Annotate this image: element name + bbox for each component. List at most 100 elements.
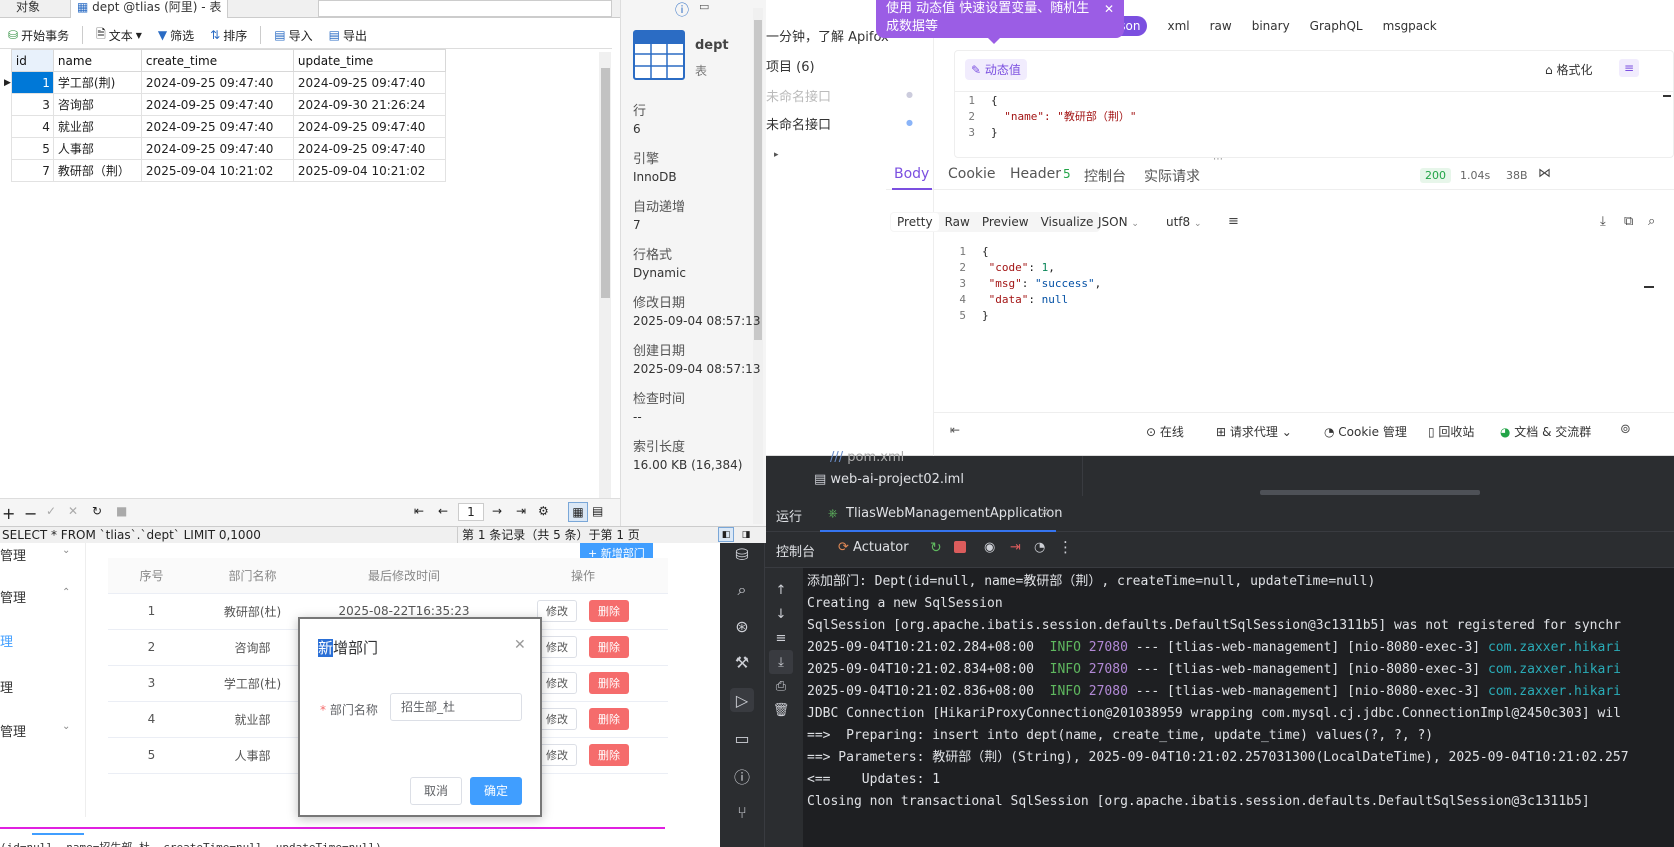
cell-id[interactable]: 7 xyxy=(10,159,54,182)
gauge-icon[interactable]: ◔ xyxy=(1034,540,1045,555)
edit-button[interactable]: 修改 xyxy=(537,600,577,622)
begin-transaction-button[interactable]: ⛁ 开始事务 xyxy=(2,25,75,46)
arrow-up-icon[interactable]: ↑ xyxy=(769,578,793,602)
refresh-icon[interactable]: ↻ xyxy=(92,504,102,518)
more-options-icon[interactable]: ⋮ xyxy=(1058,538,1073,556)
tab-objects[interactable]: 对象 xyxy=(10,0,46,18)
table-row[interactable]: 5 人事部 2024-09-25 09:47:40 2024-09-25 09:47:… xyxy=(0,137,446,160)
cell-create-time[interactable]: 2024-09-25 09:47:40 xyxy=(140,115,294,138)
apifox-endpoint-2[interactable]: 未命名接口 xyxy=(766,114,831,133)
share-icon[interactable]: ⋈ xyxy=(1538,166,1551,181)
cell-create-time[interactable]: 2024-09-25 09:47:40 xyxy=(140,71,294,94)
info-panel-scrollbar[interactable] xyxy=(753,8,763,524)
sidebar-item[interactable]: 理 xyxy=(0,677,13,696)
confirm-button[interactable]: 确定 xyxy=(470,777,522,805)
ddl-icon[interactable]: ▭ xyxy=(699,0,709,13)
prev-page-icon[interactable]: ← xyxy=(438,504,448,518)
apifox-intro-link[interactable]: 一分钟，了解 Apifox xyxy=(766,26,889,45)
request-proxy-select[interactable]: ⊞ 请求代理 ⌄ xyxy=(1216,423,1292,440)
import-button[interactable]: ▤ 导入 xyxy=(268,25,318,46)
edit-button[interactable]: 修改 xyxy=(537,672,577,694)
last-page-icon[interactable]: ⇥ xyxy=(516,504,526,518)
cell-update-time[interactable]: 2024-09-30 21:26:24 xyxy=(292,93,446,116)
column-header-id[interactable]: id xyxy=(10,49,54,72)
tab-console[interactable]: 控制台 xyxy=(1084,166,1126,186)
rerun-icon[interactable]: ↻ xyxy=(930,540,942,556)
tab-console[interactable]: 控制台 xyxy=(776,541,815,560)
close-icon[interactable]: ✕ xyxy=(1040,506,1049,519)
cell-update-time[interactable]: 2024-09-25 09:47:40 xyxy=(292,71,446,94)
arrow-down-icon[interactable]: ↓ xyxy=(769,602,793,626)
cell-create-time[interactable]: 2024-09-25 09:47:40 xyxy=(140,93,294,116)
chevron-right-icon[interactable]: ▸ xyxy=(774,150,779,160)
response-code[interactable]: 1 { 2 "code": 1, 3 "msg": "success", 4 "d… xyxy=(946,244,1101,324)
next-page-icon[interactable]: → xyxy=(492,504,502,518)
trash-icon[interactable]: 🗑 xyxy=(769,698,793,722)
sort-button[interactable]: ⇅ 排序 xyxy=(204,25,253,46)
cell-name[interactable]: 就业部 xyxy=(52,115,142,138)
docs-community-button[interactable]: ◕ 文档 & 交流群 xyxy=(1500,423,1591,440)
tab-cookie[interactable]: Cookie xyxy=(948,166,996,182)
search-icon[interactable]: ⌕ xyxy=(730,578,754,602)
apply-icon[interactable]: ✓ xyxy=(46,504,56,518)
language-select[interactable]: JSON ⌄ xyxy=(1098,215,1139,229)
format-xml[interactable]: xml xyxy=(1167,19,1189,33)
first-page-icon[interactable]: ⇤ xyxy=(414,504,424,518)
cell-create-time[interactable]: 2024-09-25 09:47:40 xyxy=(140,137,294,160)
delete-button[interactable]: 删除 xyxy=(589,636,629,658)
edit-button[interactable]: 修改 xyxy=(537,636,577,658)
tab-body[interactable]: Body xyxy=(894,166,929,182)
table-row[interactable]: 3 咨询部 2024-09-25 09:47:40 2024-09-30 21:26:… xyxy=(0,93,446,116)
tree-item-pom[interactable]: /// pom.xml xyxy=(830,450,904,465)
view-preview[interactable]: Preview xyxy=(976,213,1035,231)
table-row[interactable]: 4 就业部 2024-09-25 09:47:40 2024-09-25 09:47:… xyxy=(0,115,446,138)
sidebar-item[interactable]: 管理 xyxy=(0,721,26,740)
text-button[interactable]: 🗎 文本 ▼ xyxy=(90,23,148,48)
cell-name[interactable]: 咨询部 xyxy=(52,93,142,116)
collapse-sidebar-icon[interactable]: ⇤ xyxy=(950,423,960,437)
cell-name[interactable]: 教研部（荆） xyxy=(52,159,142,182)
format-code-button[interactable]: ⌂ 格式化 xyxy=(1545,61,1592,78)
column-header-create-time[interactable]: create_time xyxy=(140,49,294,72)
delete-button[interactable]: 删除 xyxy=(589,744,629,766)
edit-button[interactable]: 修改 xyxy=(537,708,577,730)
close-icon[interactable]: ✕ xyxy=(1104,0,1114,18)
camera-icon[interactable]: ◉ xyxy=(984,540,995,555)
console-output[interactable]: 添加部门: Dept(id=null, name=教研部（荆）, createT… xyxy=(807,571,1674,847)
online-status[interactable]: ⊙ 在线 xyxy=(1146,423,1184,440)
apifox-endpoint-1[interactable]: 未命名接口 xyxy=(766,86,831,105)
delete-button[interactable]: 删除 xyxy=(589,672,629,694)
arrow-up-circle-icon[interactable]: ⊚ xyxy=(1620,422,1631,437)
wrap-lines-icon[interactable]: ≡ xyxy=(1619,59,1639,77)
discard-icon[interactable]: ✕ xyxy=(68,504,78,518)
sidebar-item[interactable]: 管理 xyxy=(0,587,26,606)
column-header-update-time[interactable]: update_time xyxy=(292,49,446,72)
recycle-bin-button[interactable]: ▯ 回收站 xyxy=(1428,423,1474,440)
table-row[interactable]: 7 教研部（荆） 2025-09-04 10:21:02 2025-09-04 10:… xyxy=(0,159,446,182)
horizontal-scrollbar[interactable] xyxy=(1260,490,1480,495)
cancel-button[interactable]: 取消 xyxy=(410,777,462,805)
database-icon[interactable]: ⛁ xyxy=(730,542,754,566)
cell-name[interactable]: 学工部(荆) xyxy=(52,71,142,94)
soft-wrap-icon[interactable]: ≡ xyxy=(769,626,793,650)
tab-actuator[interactable]: ⟳ Actuator xyxy=(838,540,909,555)
encoding-select[interactable]: utf8 ⌄ xyxy=(1166,215,1202,229)
format-raw[interactable]: raw xyxy=(1210,19,1232,33)
git-icon[interactable]: ⑂ xyxy=(730,800,754,824)
panel-right-icon[interactable]: ◨ xyxy=(738,527,754,542)
tab-actual-request[interactable]: 实际请求 xyxy=(1144,166,1200,186)
edit-button[interactable]: 修改 xyxy=(537,744,577,766)
grid-view-icon[interactable]: ▦ xyxy=(568,502,588,522)
panel-left-icon[interactable]: ◧ xyxy=(718,527,734,542)
cell-update-time[interactable]: 2025-09-04 10:21:02 xyxy=(292,159,446,182)
stop-icon[interactable] xyxy=(954,541,966,553)
cell-id[interactable]: 1 xyxy=(10,71,54,94)
cell-update-time[interactable]: 2024-09-25 09:47:40 xyxy=(292,115,446,138)
format-graphql[interactable]: GraphQL xyxy=(1310,19,1363,33)
copy-icon[interactable]: ⧉ xyxy=(1624,214,1633,229)
delete-row-icon[interactable]: − xyxy=(24,504,37,523)
run-icon[interactable]: ▷ xyxy=(730,688,754,712)
tab-dept-table[interactable]: ▦ dept @tlias (阿里) - 表 xyxy=(70,0,229,18)
format-msgpack[interactable]: msgpack xyxy=(1383,19,1437,33)
view-raw[interactable]: Raw xyxy=(939,213,976,231)
